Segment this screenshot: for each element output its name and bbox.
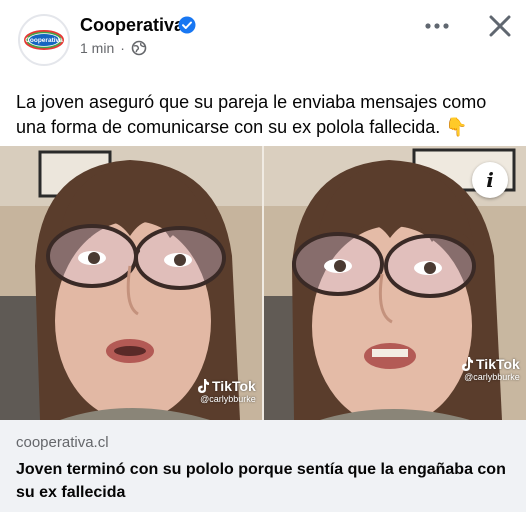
post-header: Cooperativa Cooperativa 1 min · bbox=[0, 0, 526, 78]
link-title: Joven terminó con su pololo porque sentí… bbox=[16, 461, 506, 501]
tiktok-handle-left: @carlybburke bbox=[200, 394, 256, 404]
tiktok-brand-left: TikTok bbox=[212, 378, 256, 394]
tiktok-handle-right: @carlybburke bbox=[464, 372, 520, 382]
info-icon: i bbox=[486, 168, 494, 192]
link-domain: cooperativa.cl bbox=[16, 434, 109, 451]
close-button[interactable] bbox=[484, 10, 516, 42]
tiktok-watermark-left: TikTok @carlybburke bbox=[196, 378, 256, 404]
post-text: La joven aseguró que su pareja le enviab… bbox=[16, 92, 487, 137]
info-button[interactable]: i bbox=[472, 162, 508, 198]
page-name[interactable]: Cooperativa bbox=[80, 15, 184, 36]
cooperativa-logo: Cooperativa bbox=[21, 17, 67, 63]
post-time[interactable]: 1 min bbox=[80, 40, 114, 56]
post-meta: 1 min · bbox=[80, 40, 147, 56]
close-icon bbox=[489, 15, 511, 37]
verified-badge-icon bbox=[178, 16, 196, 34]
meta-separator: · bbox=[120, 40, 125, 56]
video-frame-left: TikTok @carlybburke bbox=[0, 146, 262, 420]
tiktok-watermark-right: TikTok @carlybburke bbox=[460, 356, 520, 382]
tiktok-icon bbox=[462, 357, 473, 371]
tiktok-brand-right: TikTok bbox=[476, 356, 520, 372]
svg-text:Cooperativa: Cooperativa bbox=[25, 37, 63, 44]
globe-icon bbox=[131, 40, 147, 56]
avatar[interactable]: Cooperativa bbox=[18, 14, 70, 66]
post-media[interactable]: TikTok @carlybburke TikTok @carlybburke … bbox=[0, 146, 526, 420]
more-icon bbox=[425, 23, 449, 29]
tiktok-icon bbox=[198, 379, 209, 393]
more-options-button[interactable] bbox=[422, 14, 452, 38]
link-preview[interactable]: cooperativa.cl Joven terminó con su polo… bbox=[0, 420, 526, 512]
